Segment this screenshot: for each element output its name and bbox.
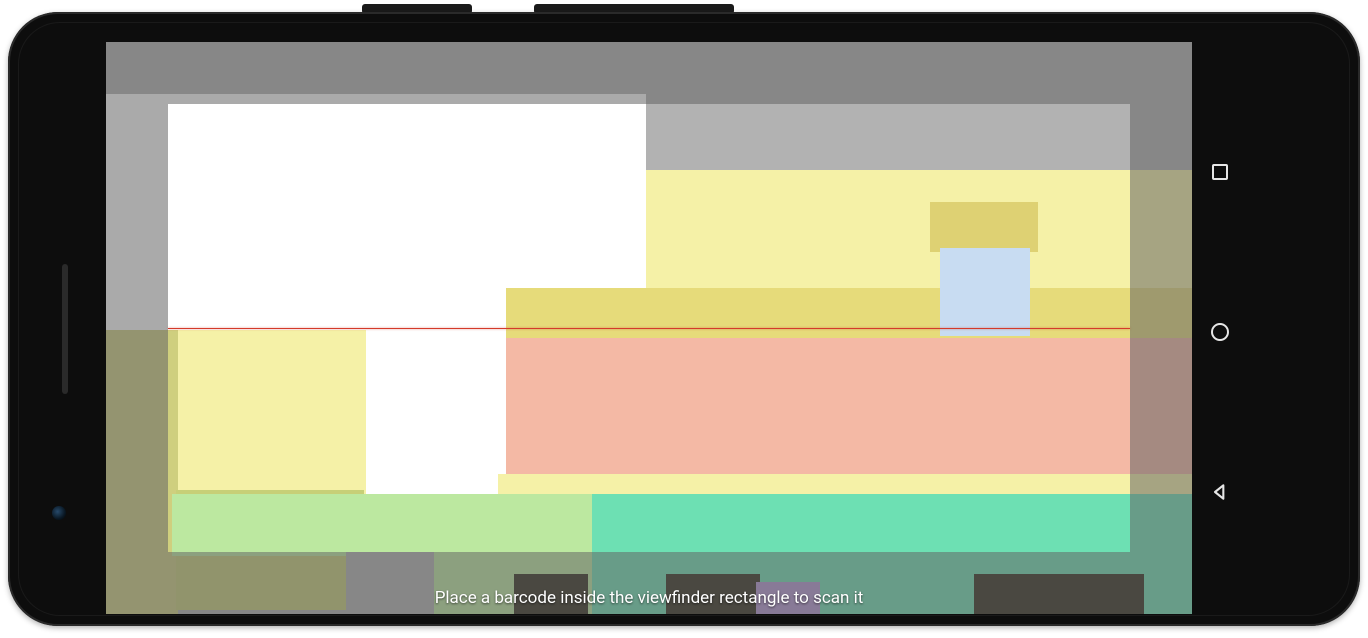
nav-home-button[interactable] (1208, 320, 1232, 344)
home-icon (1211, 323, 1229, 341)
scan-laser-line (168, 328, 1130, 329)
nav-back-button[interactable] (1208, 480, 1232, 504)
recent-apps-icon (1212, 164, 1228, 180)
scanner-overlay-top (106, 42, 1192, 104)
phone-frame: Place a barcode inside the viewfinder re… (8, 12, 1360, 626)
back-icon (1210, 482, 1230, 502)
front-camera-icon (52, 506, 66, 520)
phone-speaker (62, 264, 68, 394)
nav-recent-button[interactable] (1208, 160, 1232, 184)
scanner-overlay-right (1130, 104, 1192, 552)
screen: Place a barcode inside the viewfinder re… (106, 42, 1192, 614)
scanner-hint-text: Place a barcode inside the viewfinder re… (106, 588, 1192, 608)
scanner-overlay-left (106, 104, 168, 552)
